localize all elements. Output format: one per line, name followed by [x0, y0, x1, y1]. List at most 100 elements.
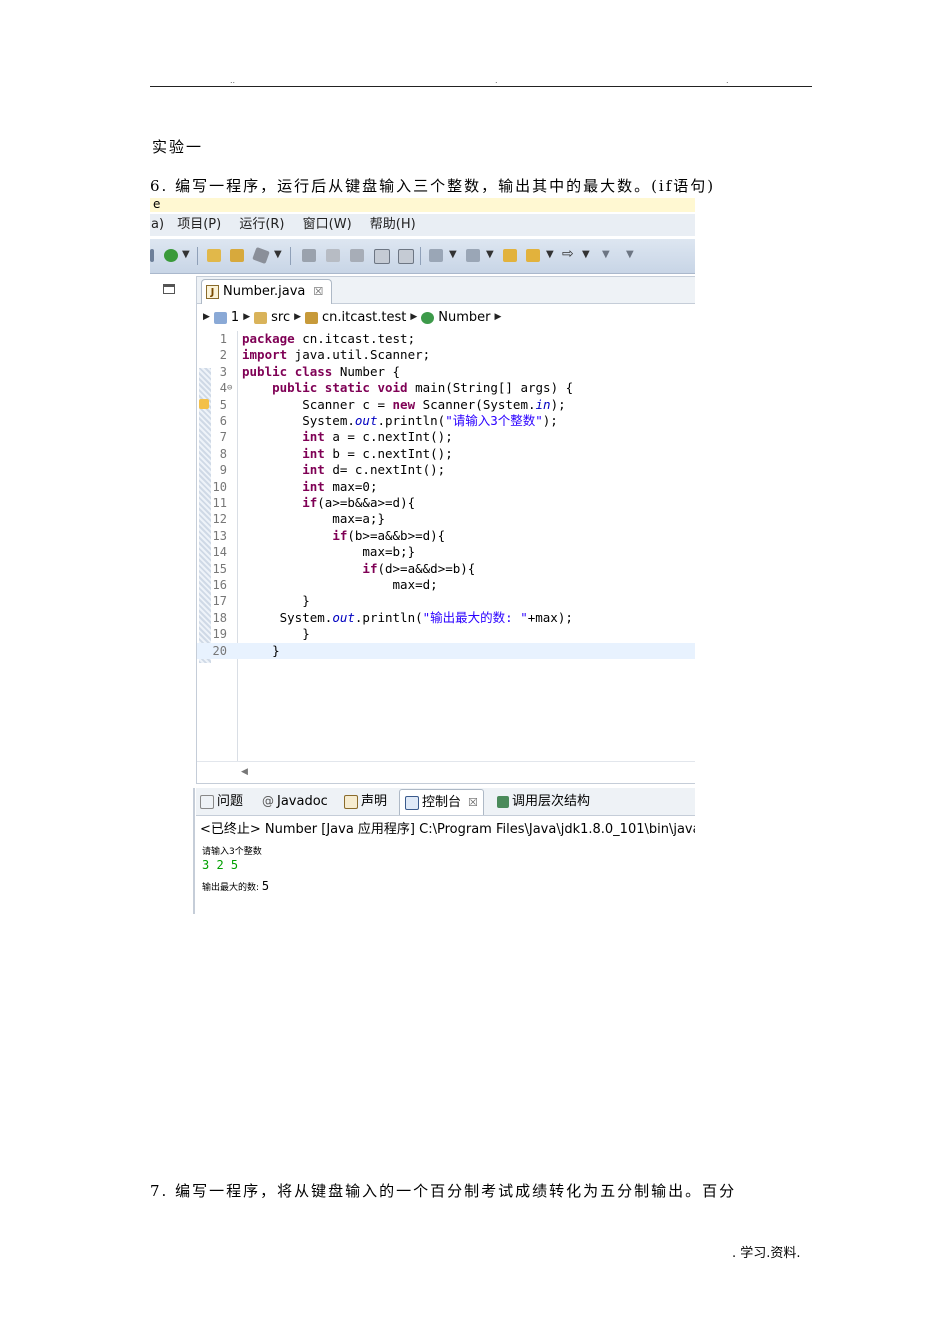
code-line[interactable]: 6 System.out.println("请输入3个整数"); [197, 413, 695, 429]
call-hierarchy-icon [497, 795, 509, 808]
code-line[interactable]: 9 int d= c.nextInt(); [197, 462, 695, 478]
menu-item[interactable]: a) [151, 214, 164, 236]
code-text: max=b;} [242, 544, 416, 560]
last-edit-icon[interactable] [503, 249, 517, 262]
tab-problems[interactable]: 问题 [200, 788, 243, 815]
tab-javadoc[interactable]: @ Javadoc [262, 788, 328, 815]
tab-console-label: 控制台 [422, 795, 462, 810]
line-number: 11 [212, 496, 227, 510]
open-folder-icon[interactable] [207, 249, 221, 262]
pencil-icon[interactable] [252, 246, 270, 265]
code-line[interactable]: 2 import java.util.Scanner; [197, 347, 695, 363]
chevron-down-icon[interactable]: ▼ [486, 249, 494, 260]
close-icon[interactable]: ☒ [313, 280, 323, 304]
fold-icon[interactable]: ⊖ [227, 380, 232, 396]
chevron-down-icon[interactable]: ▼ [449, 249, 457, 260]
breadcrumb-src[interactable]: src [271, 304, 290, 331]
code-line[interactable]: 1 package cn.itcast.test; [197, 331, 695, 347]
tab-declaration[interactable]: 声明 [344, 788, 387, 815]
menu-item-window[interactable]: 窗口(W) [303, 214, 352, 236]
code-line[interactable]: 14 max=b;} [197, 544, 695, 560]
breadcrumb-package[interactable]: cn.itcast.test [322, 304, 406, 331]
code-line[interactable]: 3 public class Number { [197, 364, 695, 380]
code-text: public static void main(String[] args) { [272, 380, 574, 396]
line-number: 16 [212, 578, 227, 592]
source-folder-icon [254, 311, 268, 324]
menu-item-help[interactable]: 帮助(H) [370, 214, 416, 236]
line-number: 17 [212, 594, 227, 609]
code-line[interactable]: 4 ⊖ public static void main(String[] args… [197, 380, 695, 396]
block-icon[interactable] [374, 249, 390, 264]
warning-icon[interactable] [199, 398, 209, 409]
whitespace-icon[interactable] [398, 249, 414, 264]
code-line[interactable]: 11 if(a>=b&&a>=d){ [197, 495, 695, 511]
line-number: 10 [212, 479, 227, 494]
code-line[interactable]: 13 if(b>=a&&b>=d){ [197, 528, 695, 544]
ide-toolbar: ▼ ▼ ▼ ▼ ▼ ⇨ ▼ ▼ ▼ [150, 239, 695, 274]
code-text: } [242, 642, 280, 658]
chevron-right-icon[interactable]: ▶ [410, 304, 417, 331]
breadcrumb-project[interactable]: 1 [231, 304, 239, 331]
code-line[interactable]: 5 Scanner c = new Scanner(System.in); [197, 397, 695, 413]
chevron-right-icon[interactable]: ▶ [243, 304, 250, 331]
code-text: if(a>=b&&a>=d){ [302, 495, 416, 510]
forward-arrow-icon[interactable]: ⇨ [562, 246, 574, 262]
tab-call-hierarchy[interactable]: 调用层次结构 [497, 788, 590, 815]
next-annotation-icon[interactable] [429, 249, 443, 262]
editor-pane: J Number.java ☒ ▶ 1 ▶ src ▶ cn.itcast.te… [196, 276, 695, 784]
code-text: System.out.println("输出最大的数: "+max); [242, 609, 573, 625]
tab-problems-label: 问题 [217, 794, 244, 809]
code-line[interactable]: 8 int b = c.nextInt(); [197, 446, 695, 462]
code-line[interactable]: 17 } [197, 593, 695, 609]
brush-icon[interactable] [326, 249, 340, 262]
code-area[interactable]: 1 package cn.itcast.test; 2 import java.uti… [197, 331, 695, 761]
code-line[interactable]: 12 max=a;} [197, 511, 695, 527]
chevron-right-icon[interactable]: ▶ [294, 304, 301, 331]
code-text: max=a;} [242, 511, 385, 527]
menu-item-run[interactable]: 运行(R) [239, 214, 284, 236]
open-type-icon[interactable] [230, 249, 244, 262]
code-line[interactable]: 16 max=d; [197, 577, 695, 593]
chevron-right-icon[interactable]: ▶ [495, 304, 502, 331]
chevron-down-icon[interactable]: ▼ [602, 249, 610, 260]
menu-item-project[interactable]: 项目(P) [177, 214, 221, 236]
chevron-down-icon[interactable]: ▼ [546, 249, 554, 260]
console-result-value: 5 [261, 879, 270, 893]
run-icon[interactable] [164, 249, 178, 262]
code-text: System.out.println("请输入3个整数"); [242, 413, 558, 428]
code-line[interactable]: 18 System.out.println("输出最大的数: "+max); [197, 610, 695, 626]
chevron-down-icon[interactable]: ▼ [626, 249, 634, 260]
header-dot: .. [230, 76, 236, 85]
back-arrow-icon[interactable] [526, 249, 540, 262]
code-line[interactable]: 20 } [197, 642, 695, 659]
tab-console[interactable]: 控制台 ☒ [399, 789, 484, 815]
annotation-icon[interactable] [350, 249, 364, 262]
code-line[interactable]: 15 if(d>=a&&d>=b){ [197, 561, 695, 577]
close-icon[interactable]: ☒ [468, 789, 478, 816]
chevron-down-icon[interactable]: ▼ [582, 249, 590, 260]
editor-tab-number-java[interactable]: J Number.java ☒ [201, 279, 333, 304]
code-line[interactable]: 10 int max=0; [197, 479, 695, 495]
chevron-down-icon[interactable]: ▼ [274, 249, 282, 260]
line-number: 18 [212, 610, 227, 625]
code-line[interactable]: 19 } [197, 626, 695, 642]
breadcrumb-class[interactable]: Number [438, 304, 490, 331]
line-number: 4 [219, 381, 227, 396]
scroll-left-icon[interactable]: ◀ [241, 767, 248, 777]
prev-annotation-icon[interactable] [466, 249, 480, 262]
ide-title-bar: e [150, 198, 695, 212]
chevron-down-icon[interactable]: ▼ [182, 249, 190, 260]
line-number: 9 [219, 463, 227, 478]
restore-panel-icon[interactable] [163, 284, 175, 294]
console-input: 3 2 5 [202, 858, 239, 872]
line-number: 1 [219, 332, 227, 346]
horizontal-scrollbar[interactable]: ◀ [197, 761, 695, 781]
line-number: 6 [219, 414, 227, 428]
pin-icon[interactable] [302, 249, 316, 262]
java-file-icon: J [206, 285, 219, 299]
code-line[interactable]: 7 int a = c.nextInt(); [197, 429, 695, 445]
console-result: 输出最大的数: 5 [202, 875, 269, 894]
chevron-right-icon[interactable]: ▶ [203, 304, 210, 331]
console-result-label: 输出最大的数: [202, 883, 262, 893]
bottom-tabbar: 问题 @ Javadoc 声明 控制台 ☒ 调用层次结构 [196, 788, 695, 816]
